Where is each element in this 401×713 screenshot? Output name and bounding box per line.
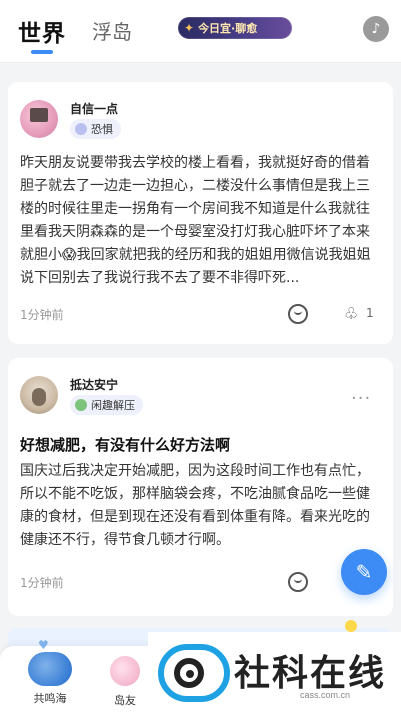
avatar[interactable] (20, 100, 58, 138)
notification-dot (345, 620, 357, 632)
post-body[interactable]: 昨天朋友说要带我去学校的楼上看看，我就挺好奇的借着胆子就去了一边走一边担心，二楼… (20, 152, 382, 290)
music-icon[interactable]: ♪ (363, 16, 389, 42)
mood-icon (75, 123, 87, 135)
post-card[interactable]: 自信一点 恐惧 昨天朋友说要带我去学校的楼上看看，我就挺好奇的借着胆子就去了一边… (8, 82, 393, 344)
post-time: 1分钟前 (20, 576, 64, 590)
like-count: 1 (366, 306, 374, 320)
write-post-button[interactable]: ✎ (341, 549, 387, 595)
post-username[interactable]: 抵达安宁 (70, 376, 118, 393)
daily-suggestion-pill[interactable]: ✦ 今日宜·聊愈 (178, 17, 292, 39)
avatar[interactable] (20, 376, 58, 414)
mood-icon (75, 399, 87, 411)
more-options-icon[interactable]: ··· (351, 388, 371, 409)
flame-icon: ✦ (184, 21, 195, 35)
watermark-logo: 社科在线 cass.com.cn (148, 632, 401, 713)
nav-label: 共鸣海 (33, 692, 67, 705)
divider (0, 62, 401, 63)
watermark-subtext: cass.com.cn (300, 690, 351, 700)
hug-icon[interactable]: ♧ (344, 304, 358, 323)
pen-icon: ✎ (355, 560, 373, 584)
top-bar: 世界 浮岛 ✦ 今日宜·聊愈 ♪ (0, 0, 401, 62)
comment-icon[interactable] (288, 304, 308, 324)
post-time: 1分钟前 (20, 308, 64, 322)
eye-pupil (186, 670, 194, 678)
mood-tag-label: 闲趣解压 (91, 399, 135, 412)
mood-tag[interactable]: 恐惧 (70, 119, 121, 139)
active-tab-indicator (31, 50, 53, 54)
nav-island-friends[interactable]: 岛友 (100, 652, 150, 708)
nav-resonance-sea[interactable]: 共鸣海 (22, 638, 78, 706)
post-username[interactable]: 自信一点 (70, 100, 118, 117)
mood-tag[interactable]: 闲趣解压 (70, 395, 143, 415)
whale-icon (28, 638, 72, 686)
tab-world[interactable]: 世界 (18, 14, 66, 48)
comment-icon[interactable] (288, 572, 308, 592)
watermark-text: 社科在线 (234, 652, 387, 694)
mood-tag-label: 恐惧 (91, 123, 113, 136)
post-title[interactable]: 好想减肥，有没有什么好方法啊 (20, 434, 230, 455)
friend-icon (110, 656, 140, 686)
post-card[interactable]: 抵达安宁 闲趣解压 ··· 好想减肥，有没有什么好方法啊 国庆过后我决定开始减肥… (8, 358, 393, 616)
nav-label: 岛友 (114, 694, 136, 707)
post-body[interactable]: 国庆过后我决定开始减肥，因为这段时间工作也有点忙，所以不能不吃饭，那样脑袋会疼，… (20, 460, 382, 552)
daily-pill-label: 今日宜·聊愈 (198, 22, 258, 35)
tab-floating-island[interactable]: 浮岛 (92, 16, 132, 45)
